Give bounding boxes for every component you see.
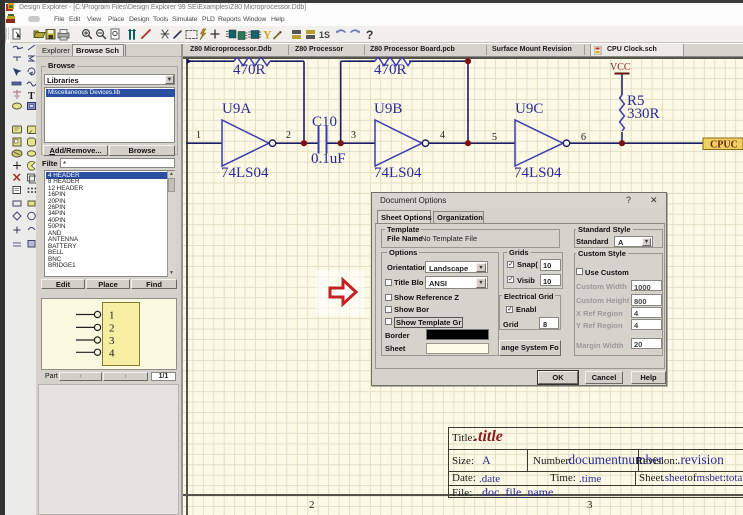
svg-text:?: ? [366, 28, 373, 42]
svg-text:Y: Y [263, 28, 272, 42]
svg-text:2: 2 [109, 322, 115, 334]
svg-text:3: 3 [109, 335, 115, 347]
svg-text:1: 1 [109, 310, 115, 322]
svg-text:1S: 1S [319, 30, 330, 40]
svg-text:4: 4 [109, 347, 115, 359]
svg-text:T: T [28, 91, 35, 102]
